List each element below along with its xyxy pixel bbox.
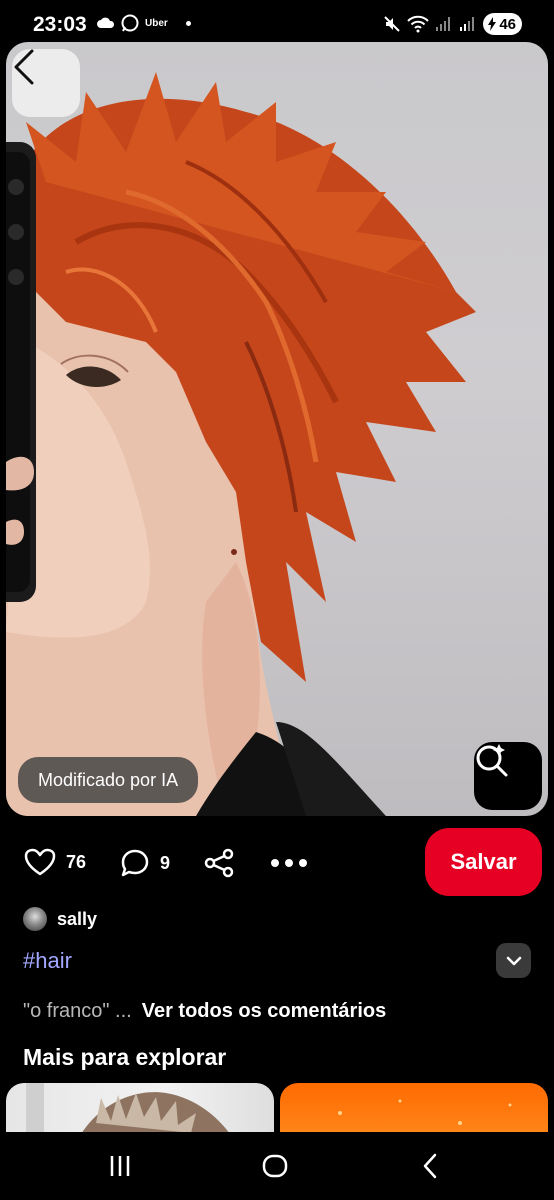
signal-icon [436, 17, 451, 31]
status-left-icons: Uber [97, 14, 191, 32]
expand-description-button[interactable] [496, 943, 531, 978]
share-icon [204, 848, 234, 878]
action-bar: 76 9 Salvar [0, 826, 554, 898]
recent-apps-button[interactable] [100, 1150, 140, 1182]
status-bar: 23:03 Uber 46 [0, 0, 554, 48]
more-options-button[interactable] [270, 848, 308, 878]
back-button[interactable] [12, 49, 80, 117]
signal-icon-2 [460, 17, 475, 31]
home-icon [262, 1154, 288, 1178]
portrait-illustration [6, 72, 476, 816]
lens-search-icon [476, 744, 508, 777]
avatar[interactable] [23, 907, 47, 931]
like-count: 76 [66, 851, 87, 872]
save-button[interactable]: Salvar [425, 828, 542, 896]
wifi-icon [407, 15, 430, 33]
nav-back-icon [423, 1153, 437, 1179]
cloud-icon [97, 17, 115, 28]
author[interactable]: sally [23, 907, 97, 931]
pin-image[interactable]: Modificado por IA [6, 42, 548, 816]
hashtag-link[interactable]: #hair [23, 948, 72, 974]
status-time: 23:03 [33, 13, 87, 36]
comments-preview: "o franco" ... Ver todos os comentários [23, 1000, 386, 1023]
more-icon [271, 859, 307, 867]
recent-apps-icon [110, 1156, 130, 1176]
ai-modified-badge[interactable]: Modificado por IA [18, 757, 199, 803]
comment-count: 9 [160, 852, 171, 873]
home-button[interactable] [255, 1150, 295, 1182]
heart-icon [24, 848, 56, 876]
comment-button[interactable]: 9 [120, 848, 170, 878]
author-name[interactable]: sally [57, 909, 97, 930]
view-all-comments-link[interactable]: Ver todos os comentários [142, 1000, 387, 1023]
notification-dot [185, 20, 191, 26]
comment-icon [121, 849, 149, 877]
like-button[interactable]: 76 [24, 848, 86, 876]
whatsapp-icon [121, 14, 139, 32]
explore-section-title: Mais para explorar [23, 1044, 227, 1070]
comment-snippet[interactable]: "o franco" ... [23, 1000, 132, 1023]
battery-level: 46 [499, 15, 516, 33]
battery-icon: 46 [483, 13, 522, 35]
chevron-down-icon [506, 956, 521, 965]
share-button[interactable] [204, 848, 234, 878]
visual-search-button[interactable] [474, 742, 542, 810]
nav-back-button[interactable] [410, 1150, 450, 1182]
back-icon [14, 49, 34, 85]
system-navigation-bar [0, 1132, 554, 1200]
mute-icon [384, 16, 401, 32]
uber-icon: Uber [145, 17, 168, 29]
status-right-icons: 46 [383, 13, 522, 35]
